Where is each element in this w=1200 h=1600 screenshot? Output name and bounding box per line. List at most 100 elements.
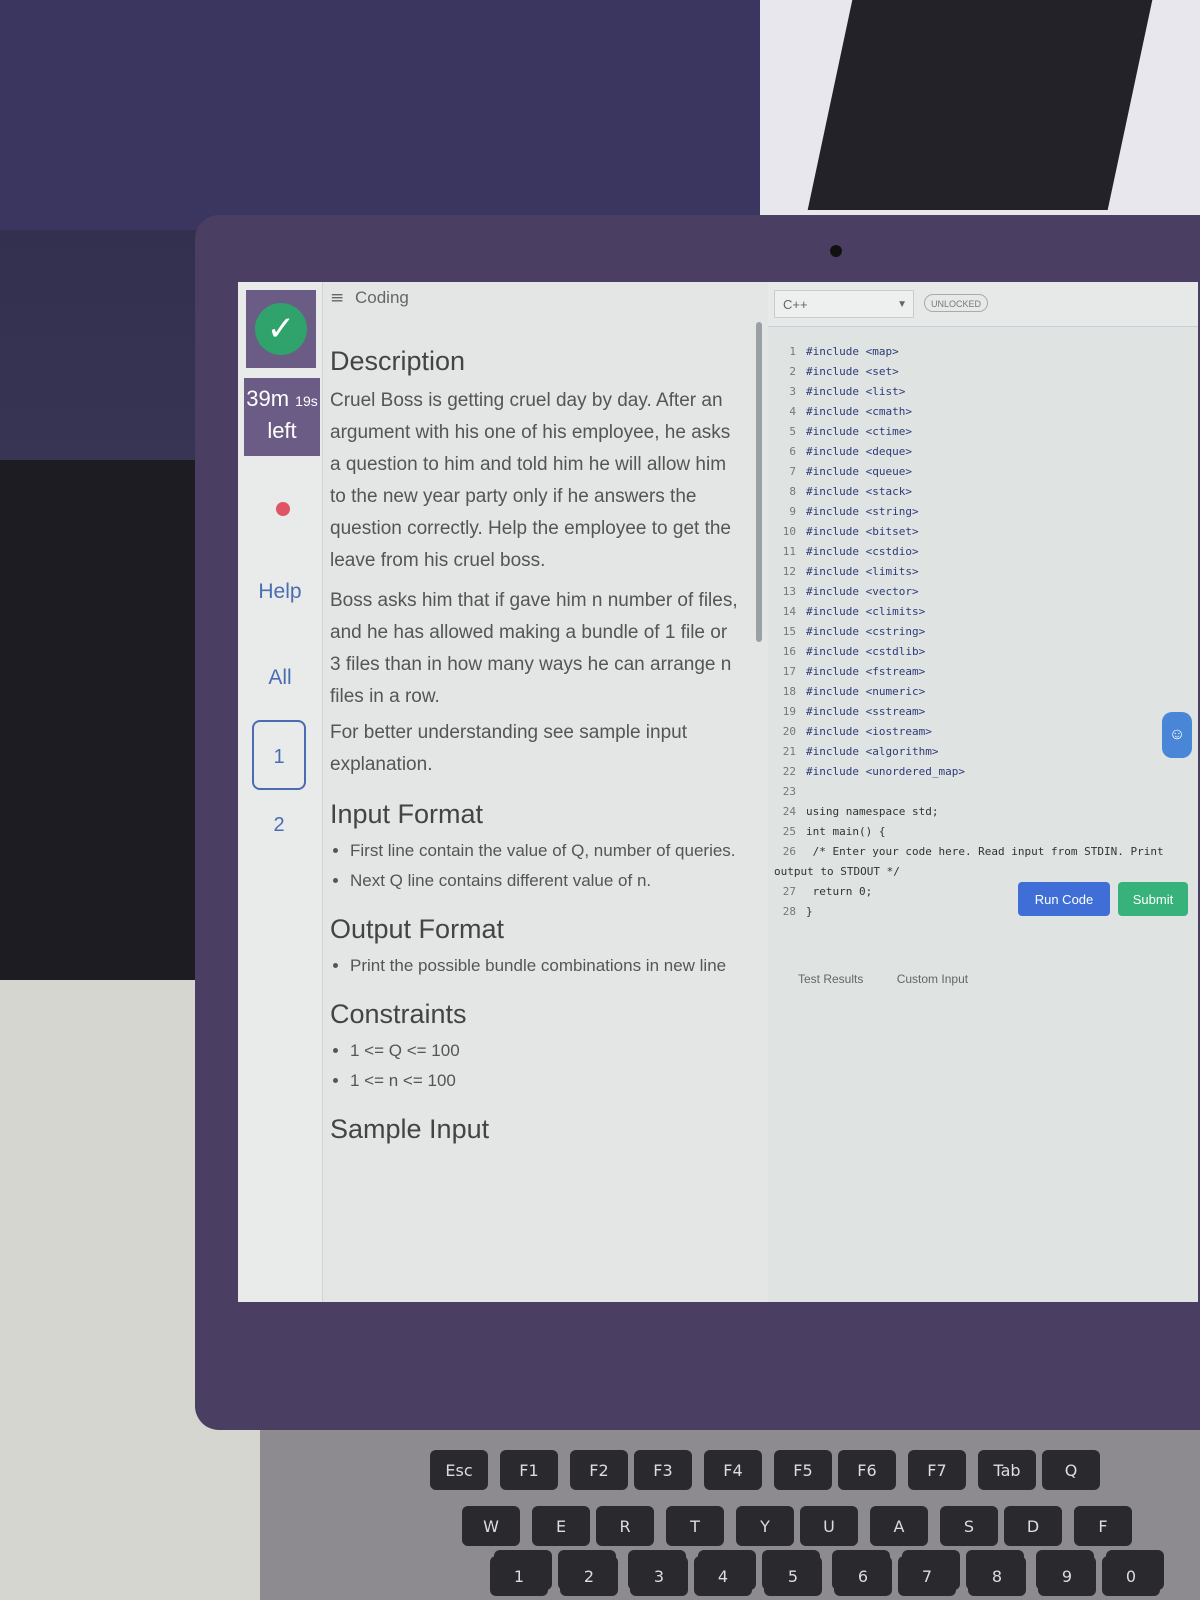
code-line[interactable]: 9 #include <string>: [774, 502, 1194, 522]
keyboard-key: F1: [500, 1450, 558, 1490]
code-line[interactable]: 6 #include <deque>: [774, 442, 1194, 462]
code-line[interactable]: 26 /* Enter your code here. Read input f…: [774, 842, 1194, 882]
line-number: 5: [789, 425, 796, 438]
code-line[interactable]: 7 #include <queue>: [774, 462, 1194, 482]
code-line[interactable]: 1 #include <map>: [774, 342, 1194, 362]
line-number: 20: [782, 725, 796, 738]
keyboard-key: 5: [764, 1556, 822, 1596]
code-line[interactable]: 5 #include <ctime>: [774, 422, 1194, 442]
code-line[interactable]: 14 #include <climits>: [774, 602, 1194, 622]
code-text: using namespace std;: [806, 805, 939, 818]
code-text: return 0;: [806, 885, 873, 898]
status-badge: ✓: [246, 290, 316, 368]
help-link[interactable]: Help: [238, 580, 322, 604]
keyboard-key: U: [800, 1506, 858, 1546]
keyboard-key: F3: [634, 1450, 692, 1490]
code-line[interactable]: 2 #include <set>: [774, 362, 1194, 382]
keyboard-key: E: [532, 1506, 590, 1546]
code-line[interactable]: 3 #include <list>: [774, 382, 1194, 402]
sample-input-heading: Sample Input: [330, 1114, 490, 1144]
status-badge: UNLOCKED: [924, 294, 988, 312]
keyboard-key: F5: [774, 1450, 832, 1490]
code-line[interactable]: 17 #include <fstream>: [774, 662, 1194, 682]
language-select[interactable]: C++ ▼: [774, 290, 914, 318]
code-area[interactable]: 1 #include <map> 2 #include <set> 3 #include …: [774, 342, 1194, 922]
code-line[interactable]: 4 #include <cmath>: [774, 402, 1194, 422]
keyboard-key: F6: [838, 1450, 896, 1490]
tab-test-results[interactable]: Test Results: [798, 972, 863, 986]
list-item: 1 <= Q <= 100: [350, 1036, 740, 1066]
keyboard-key: 3: [630, 1556, 688, 1596]
code-text: #include <limits>: [806, 565, 919, 578]
line-number: 18: [782, 685, 796, 698]
line-number: 17: [782, 665, 796, 678]
code-line[interactable]: 24 using namespace std;: [774, 802, 1194, 822]
line-number: 12: [782, 565, 796, 578]
code-line[interactable]: 11 #include <cstdio>: [774, 542, 1194, 562]
code-line[interactable]: 23: [774, 782, 1194, 802]
webcam: [830, 245, 842, 257]
submit-button[interactable]: Submit: [1118, 882, 1188, 916]
check-icon: ✓: [255, 303, 307, 355]
list-item: Next Q line contains different value of …: [350, 866, 740, 896]
question-sidebar: ✓ 39m 19s left Help All 1 2: [238, 282, 323, 1302]
code-line[interactable]: 22 #include <unordered_map>: [774, 762, 1194, 782]
code-line[interactable]: 8 #include <stack>: [774, 482, 1194, 502]
line-number: 10: [782, 525, 796, 538]
code-editor-panel: C++ ▼ UNLOCKED 1 #include <map> 2 #include …: [768, 282, 1198, 1302]
keyboard-key: 7: [898, 1556, 956, 1596]
line-number: 24: [782, 805, 796, 818]
keyboard-key: D: [1004, 1506, 1062, 1546]
menu-icon[interactable]: ≡: [330, 288, 344, 308]
panel-resize-handle[interactable]: [756, 322, 762, 642]
code-text: #include <stack>: [806, 485, 912, 498]
timer-left-label: left: [267, 418, 297, 443]
code-line[interactable]: 25 int main() {: [774, 822, 1194, 842]
code-line[interactable]: 12 #include <limits>: [774, 562, 1194, 582]
keyboard-key: Esc: [430, 1450, 488, 1490]
code-text: #include <set>: [806, 365, 899, 378]
line-number: 11: [782, 545, 796, 558]
description-heading: Description: [330, 346, 466, 376]
code-line[interactable]: 19 #include <sstream>: [774, 702, 1194, 722]
keyboard-key: 2: [560, 1556, 618, 1596]
code-line[interactable]: 13 #include <vector>: [774, 582, 1194, 602]
question-2-button[interactable]: 2: [252, 790, 306, 860]
line-number: 3: [789, 385, 796, 398]
line-number: 22: [782, 765, 796, 778]
list-item: First line contain the value of Q, numbe…: [350, 836, 740, 866]
constraints-list: 1 <= Q <= 100 1 <= n <= 100: [350, 1036, 740, 1096]
code-line[interactable]: 15 #include <cstring>: [774, 622, 1194, 642]
problem-panel: ≡ Coding Description Cruel Boss is getti…: [330, 282, 750, 1302]
keyboard-key: 4: [694, 1556, 752, 1596]
constraints-heading: Constraints: [330, 999, 467, 1029]
all-questions-link[interactable]: All: [238, 666, 322, 690]
line-number: 21: [782, 745, 796, 758]
laptop-screen: ✓ 39m 19s left Help All 1 2 ≡ Coding Des…: [238, 282, 1198, 1302]
code-line[interactable]: 10 #include <bitset>: [774, 522, 1194, 542]
question-1-button[interactable]: 1: [252, 720, 306, 790]
run-code-button[interactable]: Run Code: [1018, 882, 1110, 916]
section-title: Coding: [354, 288, 409, 307]
keyboard-key: F: [1074, 1506, 1132, 1546]
code-line[interactable]: 20 #include <iostream>: [774, 722, 1194, 742]
output-tabs: Test Results Custom Input: [768, 972, 1198, 1002]
tab-custom-input[interactable]: Custom Input: [897, 972, 968, 986]
language-value: C++: [783, 297, 808, 312]
code-text: #include <sstream>: [806, 705, 926, 718]
keyboard-key: 8: [968, 1556, 1026, 1596]
code-text: #include <numeric>: [806, 685, 926, 698]
line-number: 19: [782, 705, 796, 718]
code-text: #include <iostream>: [806, 725, 932, 738]
keyboard-key: R: [596, 1506, 654, 1546]
assistant-bot-icon[interactable]: ☺: [1162, 712, 1192, 758]
editor-toolbar: C++ ▼ UNLOCKED: [768, 282, 1198, 327]
keyboard-key: S: [940, 1506, 998, 1546]
line-number: 13: [782, 585, 796, 598]
code-line[interactable]: 16 #include <cstdlib>: [774, 642, 1194, 662]
code-text: #include <deque>: [806, 445, 912, 458]
keyboard-key: 1: [490, 1556, 548, 1596]
code-line[interactable]: 21 #include <algorithm>: [774, 742, 1194, 762]
code-line[interactable]: 18 #include <numeric>: [774, 682, 1194, 702]
line-number: 6: [789, 445, 796, 458]
